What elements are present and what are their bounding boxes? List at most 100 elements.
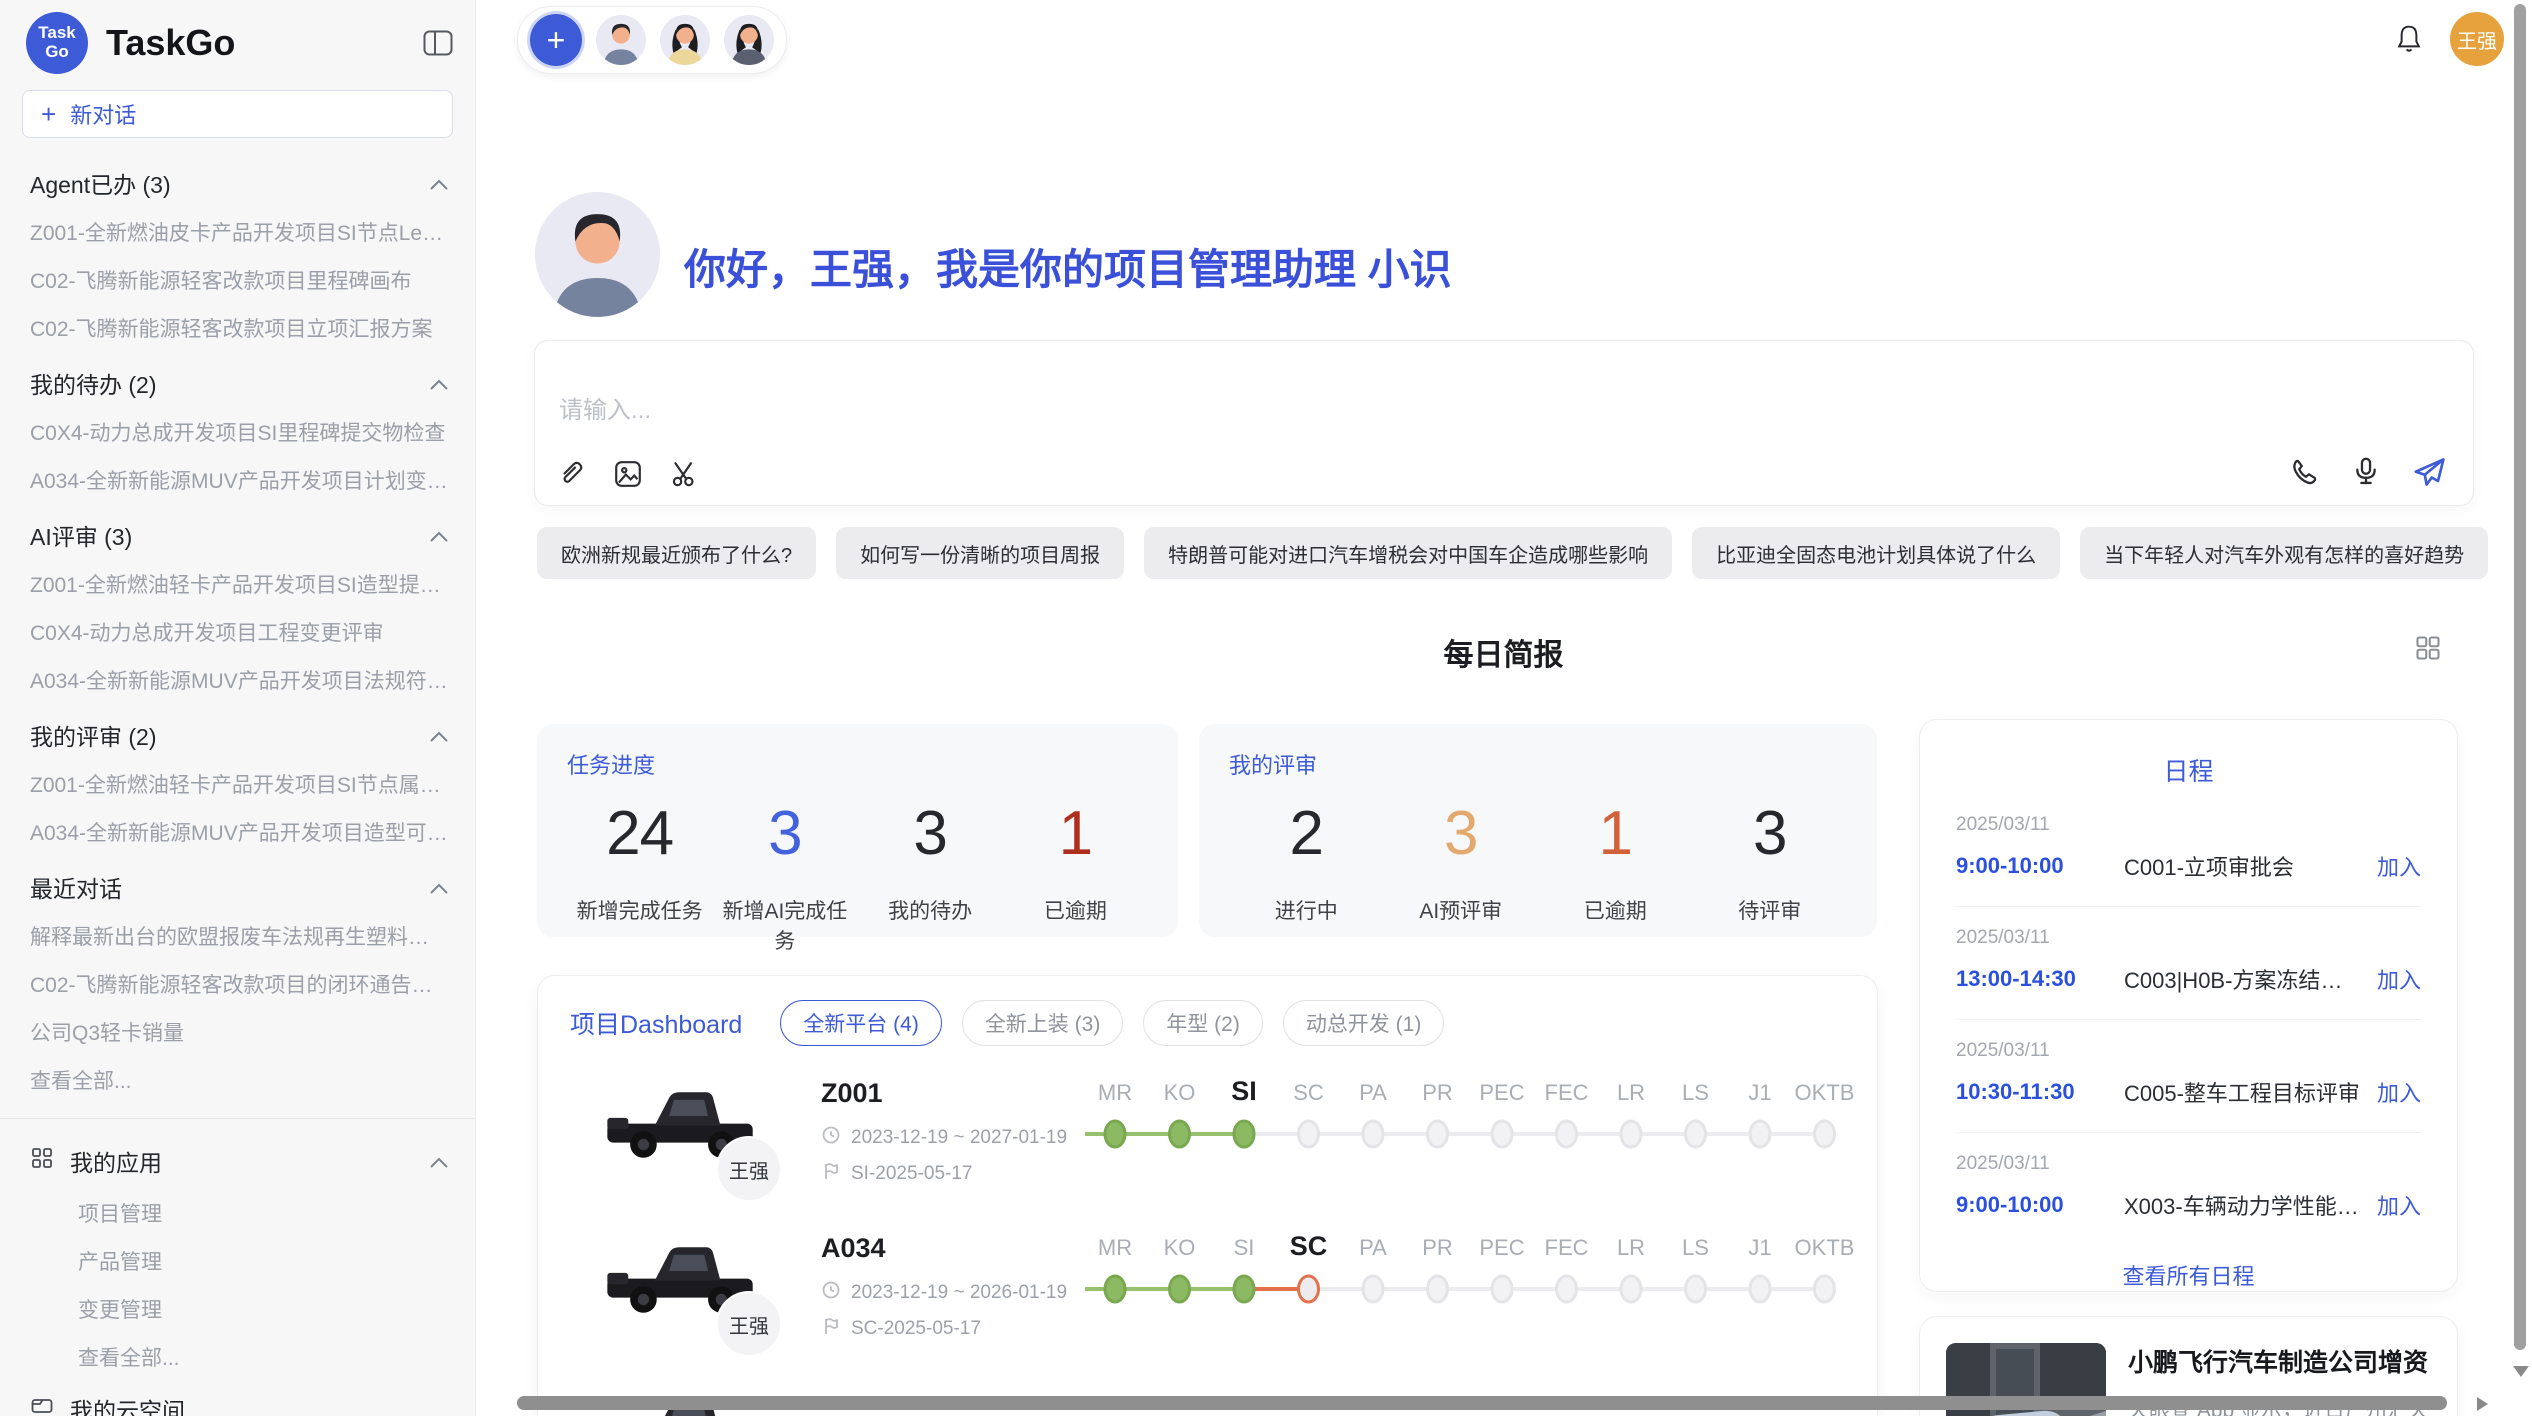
- sidebar-group-header[interactable]: Agent已办 (3): [0, 152, 475, 208]
- schedule-event-name: C001-立项审批会: [2124, 850, 2363, 882]
- sidebar-item-my-apps[interactable]: 我的应用: [0, 1133, 475, 1189]
- suggestion-chip[interactable]: 特朗普可能对进口汽车增税会对中国车企造成哪些影响: [1144, 527, 1672, 579]
- dashboard-filter[interactable]: 全新上装 (3): [962, 1000, 1124, 1046]
- join-link[interactable]: 加入: [2377, 1189, 2421, 1221]
- session-pill: +: [517, 6, 787, 74]
- project-row[interactable]: 王强Z0012023-12-19 ~ 2027-01-19SI-2025-05-…: [538, 1066, 1877, 1221]
- sidebar-group-header[interactable]: 我的评审 (2): [0, 704, 475, 760]
- sidebar-item[interactable]: A034-全新新能源MUV产品开发项目法规符合性评审: [0, 656, 475, 704]
- sidebar-item[interactable]: A034-全新新能源MUV产品开发项目计划变更表编写: [0, 456, 475, 504]
- sidebar-item-cloud-space[interactable]: 我的云空间: [0, 1381, 475, 1416]
- svg-text:KO: KO: [1164, 1080, 1196, 1105]
- flag-icon: [821, 1316, 841, 1342]
- join-link[interactable]: 加入: [2377, 850, 2421, 882]
- image-icon[interactable]: [613, 459, 643, 489]
- dashboard-filter[interactable]: 年型 (2): [1143, 1000, 1263, 1046]
- schedule-time: 10:30-11:30: [1956, 1079, 2124, 1105]
- vertical-scrollbar[interactable]: [2514, 4, 2526, 1350]
- app-sub-item[interactable]: 项目管理: [0, 1189, 475, 1237]
- svg-text:LR: LR: [1617, 1080, 1645, 1105]
- send-icon[interactable]: [2411, 455, 2447, 489]
- new-session-button[interactable]: +: [530, 14, 582, 66]
- stat-card: 我的评审 2进行中3AI预评审1已逾期3待评审: [1199, 724, 1877, 937]
- logo-text-top: Task: [38, 24, 76, 43]
- apps-grid-icon: [30, 1146, 54, 1176]
- notification-bell-icon[interactable]: [2394, 23, 2424, 55]
- sidebar-item[interactable]: C0X4-动力总成开发项目工程变更评审: [0, 608, 475, 656]
- join-link[interactable]: 加入: [2377, 1076, 2421, 1108]
- svg-text:LR: LR: [1617, 1235, 1645, 1260]
- project-name: A034: [821, 1233, 1085, 1264]
- recent-chat-item[interactable]: C02-飞腾新能源轻客改款项目的闭环通告反馈情况: [0, 960, 475, 1008]
- suggestion-chip[interactable]: 如何写一份清晰的项目周报: [836, 527, 1124, 579]
- phone-icon[interactable]: [2289, 456, 2321, 488]
- sidebar-item[interactable]: Z001-全新燃油皮卡产品开发项目SI节点Lesson Learn报告: [0, 208, 475, 256]
- schedule-event-name: C005-整车工程目标评审: [2124, 1076, 2363, 1108]
- app-sub-item[interactable]: 产品管理: [0, 1237, 475, 1285]
- scissors-icon[interactable]: [669, 459, 699, 489]
- plus-icon: +: [41, 101, 56, 127]
- agent-avatar[interactable]: [724, 15, 774, 65]
- agent-avatar[interactable]: [596, 15, 646, 65]
- stat-label: 新增完成任务: [567, 895, 712, 925]
- horizontal-scrollbar[interactable]: [517, 1396, 2447, 1410]
- user-avatar[interactable]: 王强: [2450, 12, 2504, 66]
- join-link[interactable]: 加入: [2377, 963, 2421, 995]
- scroll-down-arrow-icon[interactable]: [2513, 1366, 2529, 1377]
- stat: 1已逾期: [1538, 798, 1693, 925]
- svg-text:J1: J1: [1748, 1080, 1771, 1105]
- agent-avatar[interactable]: [660, 15, 710, 65]
- svg-text:MR: MR: [1098, 1235, 1132, 1260]
- sidebar: Task Go TaskGo + 新对话 Agent已办 (3)Z001-全新燃…: [0, 0, 476, 1416]
- briefing-layout-icon[interactable]: [2414, 634, 2442, 667]
- suggestion-chip[interactable]: 当下年轻人对汽车外观有怎样的喜好趋势: [2080, 527, 2488, 579]
- milestone-chain: MRKOSISCPAPRPECFECLRLSJ1OKTB: [1085, 1074, 1875, 1170]
- recent-view-all-link[interactable]: 查看全部...: [0, 1056, 475, 1104]
- svg-text:PR: PR: [1422, 1080, 1453, 1105]
- project-vehicle-image: 王强: [598, 1233, 763, 1328]
- svg-text:MR: MR: [1098, 1080, 1132, 1105]
- stat-columns: 2进行中3AI预评审1已逾期3待评审: [1229, 798, 1847, 925]
- suggestion-chip[interactable]: 欧洲新规最近颁布了什么?: [537, 527, 816, 579]
- sidebar-item[interactable]: Z001-全新燃油轻卡产品开发项目SI造型提交物评审: [0, 560, 475, 608]
- app-sub-item[interactable]: 变更管理: [0, 1285, 475, 1333]
- sidebar-group-header[interactable]: AI评审 (3): [0, 504, 475, 560]
- recent-chat-item[interactable]: 公司Q3轻卡销量: [0, 1008, 475, 1056]
- stat-label: 新增AI完成任务: [712, 895, 857, 955]
- apps-view-all-link[interactable]: 查看全部...: [0, 1333, 475, 1381]
- stat-value: 1: [1538, 798, 1693, 869]
- stat-value: 2: [1229, 798, 1384, 869]
- project-row[interactable]: 王强A0342023-12-19 ~ 2026-01-19SC-2025-05-…: [538, 1221, 1877, 1376]
- sidebar-item[interactable]: Z001-全新燃油轻卡产品开发项目SI节点属性5D文件评审: [0, 760, 475, 808]
- sidebar-group-header[interactable]: 我的待办 (2): [0, 352, 475, 408]
- stat-card-label: 我的评审: [1229, 748, 1847, 780]
- microphone-icon[interactable]: [2351, 455, 2381, 489]
- sidebar-collapse-icon[interactable]: [423, 30, 453, 56]
- scroll-right-arrow-icon[interactable]: [2477, 1397, 2488, 1411]
- stat-value: 3: [712, 798, 857, 869]
- svg-text:J1: J1: [1748, 1235, 1771, 1260]
- dashboard-filter[interactable]: 全新平台 (4): [780, 1000, 942, 1046]
- greeting-text: 你好，王强，我是你的项目管理助理 小识: [684, 236, 1452, 297]
- app-logo: Task Go: [26, 12, 88, 74]
- new-chat-button[interactable]: + 新对话: [22, 90, 453, 138]
- sidebar-group-label: Agent已办 (3): [30, 166, 171, 200]
- schedule-view-all-link[interactable]: 查看所有日程: [1920, 1245, 2457, 1291]
- suggestion-chip[interactable]: 比亚迪全固态电池计划具体说了什么: [1692, 527, 2060, 579]
- sidebar-item[interactable]: C02-飞腾新能源轻客改款项目里程碑画布: [0, 256, 475, 304]
- sidebar-item[interactable]: C02-飞腾新能源轻客改款项目立项汇报方案: [0, 304, 475, 352]
- stat-value: 3: [1693, 798, 1848, 869]
- sidebar-item[interactable]: A034-全新新能源MUV产品开发项目造型可行性评审: [0, 808, 475, 856]
- sidebar-item[interactable]: C0X4-动力总成开发项目SI里程碑提交物检查: [0, 408, 475, 456]
- topbar-right: 王强: [2394, 12, 2504, 66]
- chat-input[interactable]: [559, 397, 2059, 425]
- chevron-up-icon: [429, 170, 449, 197]
- svg-text:LS: LS: [1682, 1080, 1709, 1105]
- sidebar-group-header-recent[interactable]: 最近对话: [0, 856, 475, 912]
- project-date-range: 2023-12-19 ~ 2026-01-19: [821, 1280, 1085, 1306]
- dashboard-filter[interactable]: 动总开发 (1): [1283, 1000, 1445, 1046]
- schedule-time: 13:00-14:30: [1956, 966, 2124, 992]
- attachment-icon[interactable]: [557, 459, 587, 489]
- schedule-date: 2025/03/11: [1956, 1153, 2421, 1175]
- recent-chat-item[interactable]: 解释最新出台的欧盟报废车法规再生塑料比例被调至15%...: [0, 912, 475, 960]
